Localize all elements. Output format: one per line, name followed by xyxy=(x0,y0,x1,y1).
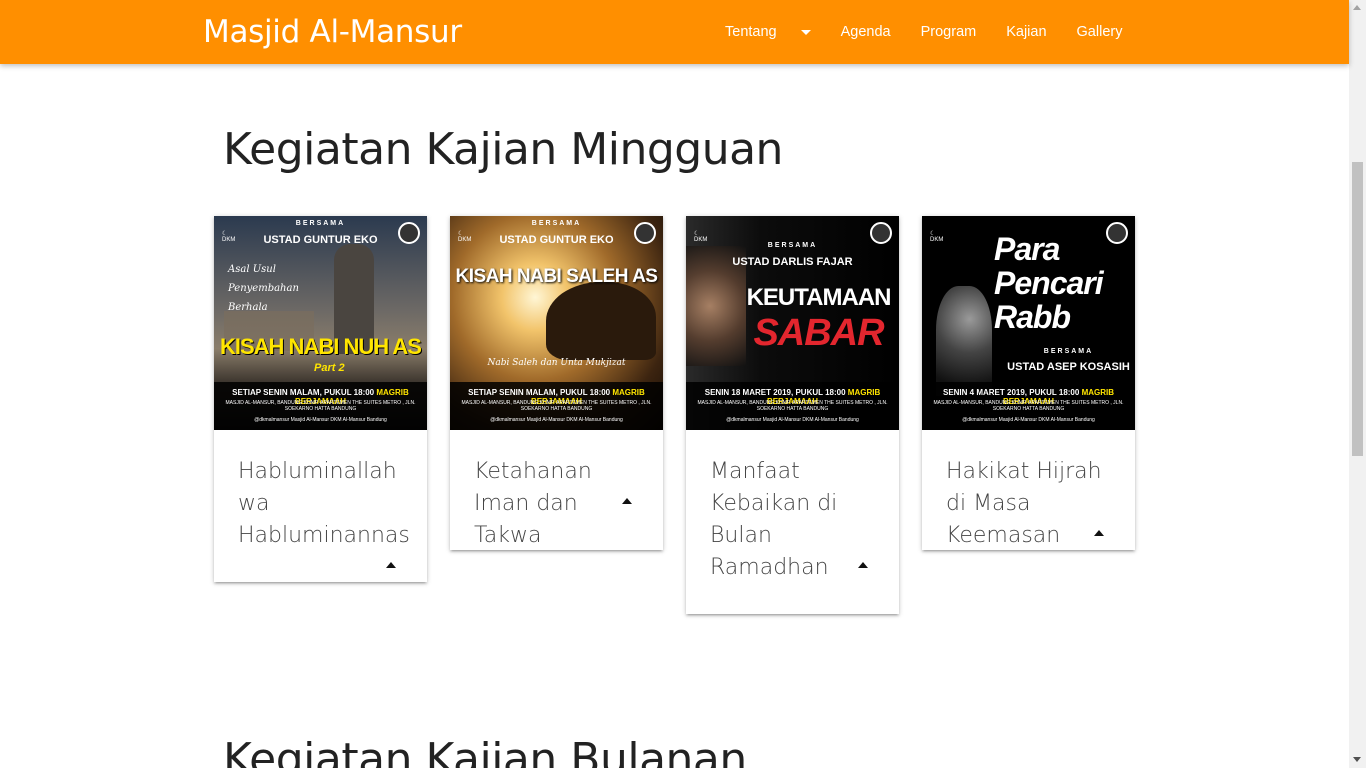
poster-address: MASJID AL-MANSUR, BANDUNG KOMP. APARTEME… xyxy=(225,400,416,412)
poster-top-text: BERSAMA xyxy=(531,220,582,227)
poster-ustad: USTAD GUNTUR EKO xyxy=(263,234,378,246)
poster-title: KISAH NABI SALEH AS xyxy=(455,266,658,287)
section-title-weekly: Kegiatan Kajian Mingguan xyxy=(223,124,783,175)
brand-logo[interactable]: Masjid Al-Mansur xyxy=(203,14,462,50)
nav-links: Tentang Agenda Program Kajian Gallery xyxy=(710,0,1137,64)
poster-address: MASJID AL-MANSUR, BANDUNG KOMP. APARTEME… xyxy=(697,400,888,412)
card-poster-image[interactable]: ☾ DKM BERSAMA USTAD GUNTUR EKO Asal Usul… xyxy=(214,216,427,430)
poster-address: MASJID AL-MANSUR, BANDUNG KOMP. APARTEME… xyxy=(461,400,652,412)
poster-script: Asal Usul Penyembahan Berhala xyxy=(228,264,299,313)
caret-up-icon[interactable] xyxy=(622,498,632,504)
dkm-logo-icon: ☾ DKM xyxy=(694,231,708,243)
poster-schedule-time: SETIAP SENIN MALAM, PUKUL 18:00 xyxy=(232,388,375,397)
poster-subtitle: Part 2 xyxy=(314,362,345,374)
kajian-card[interactable]: ☾ DKM Para Pencari Rabb BERSAMA USTAD AS… xyxy=(922,216,1135,550)
poster-address: MASJID AL-MANSUR, BANDUNG KOMP. APARTEME… xyxy=(933,400,1124,412)
poster-top-text: BERSAMA xyxy=(1043,348,1094,355)
poster-title: KISAH NABI NUH AS xyxy=(220,334,422,359)
nav-kajian[interactable]: Kajian xyxy=(991,0,1061,64)
kajian-card[interactable]: ☾ DKM BERSAMA USTAD DARLIS FAJAR KEUTAMA… xyxy=(686,216,899,614)
poster-top-text: BERSAMA xyxy=(295,220,346,227)
poster-title-accent: SABAR xyxy=(753,312,884,354)
caret-up-icon[interactable] xyxy=(858,562,868,568)
poster-schedule-time: SENIN 4 MARET 2019, PUKUL 18:00 xyxy=(942,388,1080,397)
scrollbar[interactable] xyxy=(1349,0,1366,768)
card-content: Habluminallah wa Habluminannas xyxy=(214,430,427,582)
nav-tentang[interactable]: Tentang xyxy=(710,0,826,64)
nav-program[interactable]: Program xyxy=(906,0,992,64)
card-content: Hakikat Hijrah di Masa Keemasan xyxy=(922,430,1135,550)
poster-script: Nabi Saleh dan Unta Mukjizat xyxy=(487,358,626,368)
nav-gallery[interactable]: Gallery xyxy=(1062,0,1138,64)
card-content: Ketahanan Iman dan Takwa xyxy=(450,430,663,550)
scroll-down-icon[interactable] xyxy=(1353,757,1361,762)
kajian-card[interactable]: ☾ DKM BERSAMA USTAD GUNTUR EKO Asal Usul… xyxy=(214,216,427,582)
card-title[interactable]: Ketahanan Iman dan Takwa xyxy=(474,456,639,552)
nav-tentang-label: Tentang xyxy=(725,24,777,40)
poster-social: @dkmalmansur Masjid Al-Mansur DKM Al-Man… xyxy=(962,417,1095,423)
scroll-thumb[interactable] xyxy=(1352,162,1363,456)
poster-schedule-time: SETIAP SENIN MALAM, PUKUL 18:00 xyxy=(468,388,611,397)
kajian-card[interactable]: ☾ DKM BERSAMA USTAD GUNTUR EKO KISAH NAB… xyxy=(450,216,663,550)
seal-icon xyxy=(870,222,892,244)
caret-up-icon[interactable] xyxy=(1094,530,1104,536)
card-poster-image[interactable]: ☾ DKM BERSAMA USTAD GUNTUR EKO KISAH NAB… xyxy=(450,216,663,430)
poster-ustad: USTAD ASEP KOSASIH xyxy=(1007,361,1130,373)
poster-title: Para Pencari Rabb xyxy=(994,231,1104,335)
poster-ustad: USTAD DARLIS FAJAR xyxy=(732,256,853,268)
dkm-logo-icon: ☾ DKM xyxy=(930,231,944,243)
caret-down-icon xyxy=(800,29,811,35)
poster-top-text: BERSAMA xyxy=(767,242,818,249)
poster-title: KEUTAMAAN xyxy=(746,284,892,311)
card-title[interactable]: Hakikat Hijrah di Masa Keemasan xyxy=(946,456,1111,552)
card-poster-image[interactable]: ☾ DKM Para Pencari Rabb BERSAMA USTAD AS… xyxy=(922,216,1135,430)
scroll-up-icon[interactable] xyxy=(1353,5,1361,10)
navbar: Masjid Al-Mansur Tentang Agenda Program … xyxy=(0,0,1349,64)
card-title[interactable]: Manfaat Kebaikan di Bulan Ramadhan xyxy=(710,456,875,584)
card-content: Manfaat Kebaikan di Bulan Ramadhan xyxy=(686,430,899,614)
poster-social: @dkmalmansur Masjid Al-Mansur DKM Al-Man… xyxy=(254,417,387,423)
poster-ustad: USTAD GUNTUR EKO xyxy=(499,234,614,246)
section-title-monthly: Kegiatan Kajian Bulanan xyxy=(223,734,747,768)
poster-social: @dkmalmansur Masjid Al-Mansur DKM Al-Man… xyxy=(726,417,859,423)
poster-schedule-time: SENIN 18 MARET 2019, PUKUL 18:00 xyxy=(704,388,846,397)
card-title[interactable]: Habluminallah wa Habluminannas xyxy=(238,456,410,552)
nav-agenda[interactable]: Agenda xyxy=(826,0,906,64)
poster-social: @dkmalmansur Masjid Al-Mansur DKM Al-Man… xyxy=(490,417,623,423)
card-poster-image[interactable]: ☾ DKM BERSAMA USTAD DARLIS FAJAR KEUTAMA… xyxy=(686,216,899,430)
caret-up-icon[interactable] xyxy=(386,562,396,568)
